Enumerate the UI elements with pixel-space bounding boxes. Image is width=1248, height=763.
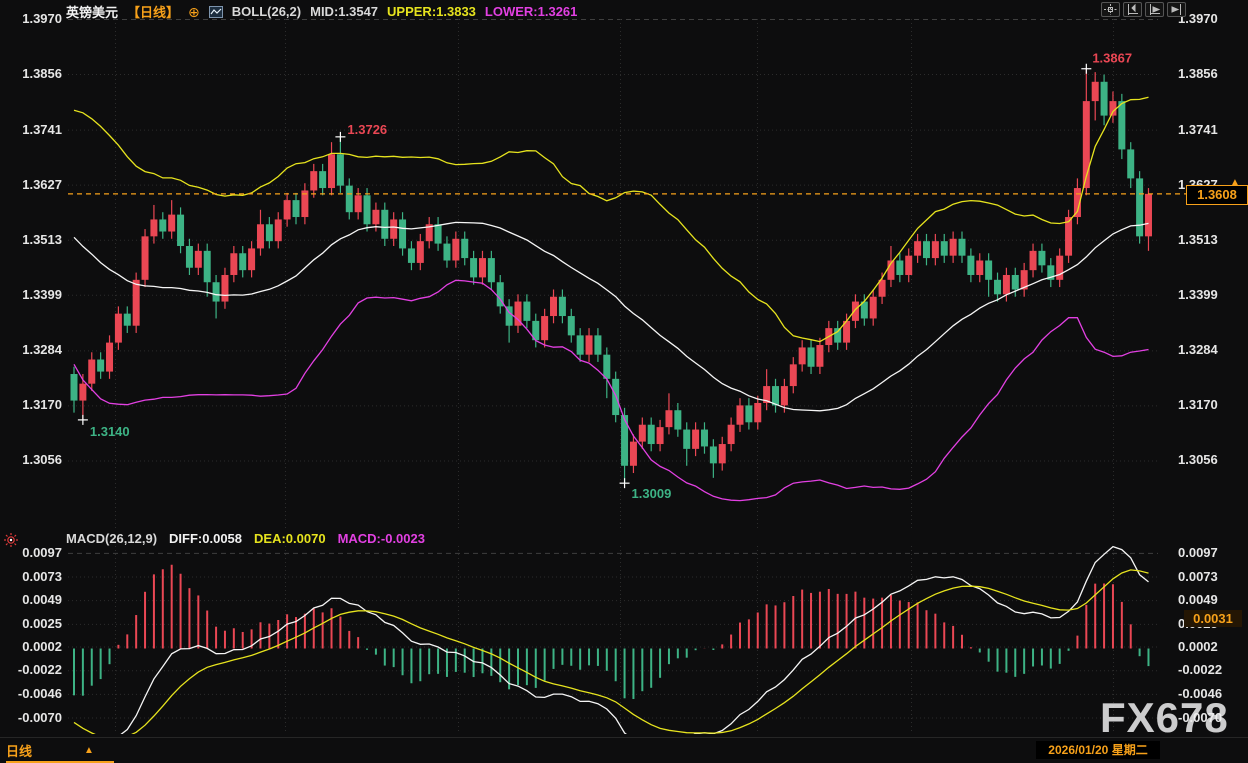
period-tab[interactable]: 日线 ▲ [6, 741, 94, 760]
go-to-latest-icon [1170, 4, 1183, 15]
period-tab-label: 日线 [6, 741, 32, 760]
current-price-label: 1.3608 [1186, 185, 1248, 205]
price-up-arrow-icon: ▲ [1230, 178, 1240, 188]
boll-upper-label: UPPER:1.3833 [387, 4, 476, 19]
swing-annotation: 1.3140 [90, 424, 130, 439]
macd-value-label: MACD:-0.0023 [338, 531, 425, 546]
boll-mid-label: MID:1.3547 [310, 4, 378, 19]
boll-label: BOLL(26,2) [232, 4, 301, 19]
macd-dea-label: DEA:0.0070 [254, 531, 326, 546]
swing-annotation: 1.3726 [347, 122, 387, 137]
fit-y-axis-button[interactable] [1123, 2, 1142, 17]
macd-current-label: 0.0031 [1184, 610, 1242, 627]
swing-annotation: 1.3009 [632, 486, 672, 501]
macd-layer [74, 547, 1149, 753]
boll-lower-label: LOWER:1.3261 [485, 4, 577, 19]
pan-tool-button[interactable] [1101, 2, 1120, 17]
fit-x-axis-icon [1148, 4, 1161, 15]
chart-legend: 英镑美元 【日线】 ⊕ BOLL(26,2) MID:1.3547 UPPER:… [66, 2, 577, 21]
go-to-latest-button[interactable] [1167, 2, 1186, 17]
chart-plot-area[interactable]: 1.3140 1.3726 1.3009 1.3867 [0, 0, 1248, 763]
swing-annotation: 1.3867 [1092, 51, 1132, 66]
candles-layer [71, 69, 1152, 501]
dropdown-arrow-icon: ▲ [84, 745, 94, 756]
fit-x-axis-button[interactable] [1145, 2, 1164, 17]
chart-window: 1.3140 1.3726 1.3009 1.3867 英镑美元 【日线】 ⊕ BOL… [0, 0, 1248, 763]
watermark: FX678 [1100, 694, 1229, 742]
fit-y-axis-icon [1126, 4, 1139, 15]
add-indicator-icon[interactable]: ⊕ [188, 5, 200, 19]
indicator-settings-button[interactable] [3, 532, 19, 548]
symbol-name: 英镑美元 [66, 2, 118, 21]
red-sun-icon [3, 532, 19, 548]
pan-cross-icon [1104, 4, 1117, 15]
macd-title: MACD(26,12,9) [66, 531, 157, 546]
crosshair-date-label: 2026/01/20 星期二 [1036, 741, 1160, 759]
chart-toolbar [1101, 2, 1186, 17]
period-tag[interactable]: 【日线】 [127, 2, 179, 21]
boll-indicator-icon [209, 6, 223, 18]
macd-diff-label: DIFF:0.0058 [169, 531, 242, 546]
macd-legend: MACD(26,12,9) DIFF:0.0058 DEA:0.0070 MAC… [66, 531, 425, 546]
